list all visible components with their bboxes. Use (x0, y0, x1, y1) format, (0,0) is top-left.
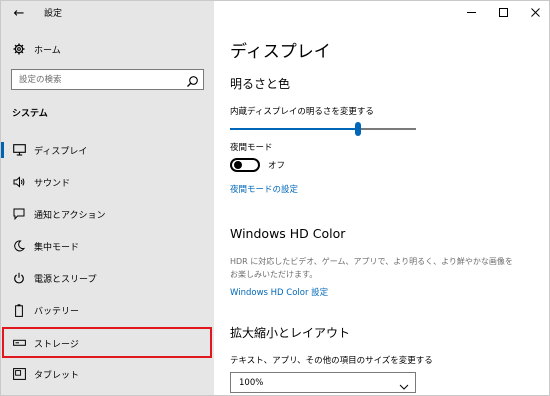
page-title: ディスプレイ (230, 42, 331, 62)
maximize-button[interactable] (487, 1, 519, 25)
sidebar-item-focus[interactable]: 集中モード (1, 231, 214, 261)
maximize-icon (498, 7, 508, 20)
sidebar-item-home[interactable]: ホーム (1, 34, 214, 64)
toggle-knob (234, 161, 242, 169)
settings-window: ← 設定 ホーム システム ディスプレイ (0, 0, 550, 396)
night-mode-toggle[interactable] (230, 158, 260, 172)
night-mode-state: オフ (268, 161, 286, 171)
sidebar-item-display[interactable]: ディスプレイ (1, 135, 214, 165)
scale-label: テキスト、アプリ、その他の項目のサイズを変更する (230, 356, 433, 366)
storage-highlight-box (2, 327, 212, 358)
brightness-slider[interactable] (230, 122, 416, 136)
moon-icon (12, 239, 26, 253)
sidebar-item-power[interactable]: 電源とスリープ (1, 263, 214, 293)
sidebar-item-sound[interactable]: サウンド (1, 167, 214, 197)
close-button[interactable] (519, 1, 549, 25)
notification-icon (12, 207, 26, 221)
scale-dropdown[interactable]: 100% (230, 372, 416, 393)
sidebar-item-label: タブレット (34, 370, 80, 381)
sidebar-item-label: バッテリー (34, 306, 80, 317)
battery-icon (12, 303, 26, 317)
close-icon (530, 7, 540, 20)
sidebar-item-label: 電源とスリープ (34, 274, 97, 285)
sidebar-item-tablet[interactable]: タブレット (1, 359, 214, 389)
slider-fill (230, 128, 358, 130)
gear-icon (12, 42, 26, 56)
scale-heading: 拡大縮小とレイアウト (230, 326, 351, 340)
sidebar-item-label: 通知とアクション (34, 210, 106, 221)
brightness-heading: 明るさと色 (230, 77, 291, 91)
hd-color-description: HDR に対応したビデオ、ゲーム、アプリで、より明るく、より鮮やかな画像をお楽し… (230, 257, 513, 279)
search-icon[interactable] (186, 73, 199, 87)
back-arrow-icon: ← (13, 5, 25, 21)
section-title: システム (12, 109, 48, 119)
sidebar-item-notifications[interactable]: 通知とアクション (1, 199, 214, 229)
tablet-icon (12, 367, 26, 381)
sidebar-item-battery[interactable]: バッテリー (1, 295, 214, 325)
slider-thumb[interactable] (355, 122, 361, 136)
monitor-icon (12, 143, 26, 157)
sidebar-item-label: サウンド (34, 178, 71, 189)
search-box[interactable] (11, 69, 204, 90)
sidebar-item-label: ディスプレイ (34, 146, 88, 157)
chevron-down-icon (399, 377, 409, 390)
hd-color-heading: Windows HD Color (230, 226, 346, 241)
sidebar: ← 設定 ホーム システム ディスプレイ (1, 1, 214, 395)
night-mode-label: 夜間モード (230, 143, 273, 153)
scale-selected-value: 100% (239, 378, 264, 388)
brightness-label: 内蔵ディスプレイの明るさを変更する (230, 107, 374, 117)
window-title: 設定 (44, 9, 63, 19)
sidebar-item-label: ホーム (34, 45, 61, 56)
night-mode-settings-link[interactable]: 夜間モードの設定 (230, 183, 298, 195)
back-button[interactable]: ← (7, 3, 31, 23)
minimize-icon (466, 7, 476, 20)
power-icon (12, 271, 26, 285)
hd-color-settings-link[interactable]: Windows HD Color 設定 (230, 286, 328, 298)
speaker-icon (12, 175, 26, 189)
sidebar-item-label: 集中モード (34, 242, 80, 253)
search-input[interactable] (12, 70, 182, 89)
minimize-button[interactable] (455, 1, 487, 25)
main-content: ディスプレイ 明るさと色 内蔵ディスプレイの明るさを変更する 夜間モード オフ … (214, 1, 549, 395)
title-bar-left: ← 設定 (1, 1, 214, 25)
